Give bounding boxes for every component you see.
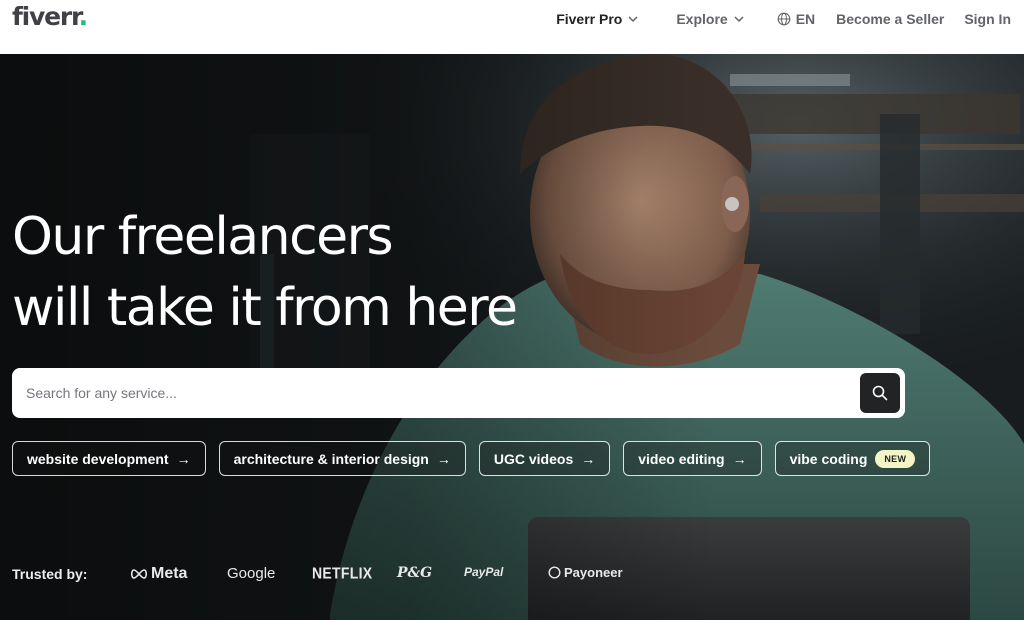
payoneer-logo: Payoneer [548,565,623,580]
nav-links: Fiverr Pro Explore EN Become a Seller Si… [556,0,1011,38]
nav-sign-in-label: Sign In [964,11,1011,27]
nav-explore-label: Explore [676,11,728,27]
nav-fiverr-pro[interactable]: Fiverr Pro [556,11,639,27]
search-bar [12,368,905,418]
meta-infinity-icon [130,569,148,579]
arrow-right-icon: → [176,450,191,467]
search-icon [872,385,888,401]
nav-sign-in[interactable]: Sign In [964,11,1011,27]
trusted-by-label: Trusted by: [12,566,88,582]
nav-become-seller-label: Become a Seller [836,11,945,27]
chip-website-development[interactable]: website development → [12,441,206,476]
chevron-down-icon [628,16,638,23]
chevron-down-icon [734,16,744,23]
headline-line-2: will take it from here [12,278,518,338]
chip-label: vibe coding [789,450,868,467]
netflix-logo: NETFLIX [312,563,373,583]
nav-explore[interactable]: Explore [676,11,744,27]
hero-section: Our freelancers will take it from here w… [0,54,1024,620]
chip-ugc-videos[interactable]: UGC videos → [478,441,611,476]
paypal-logo: PayPal [464,565,504,579]
popular-services: website development → architecture & int… [12,441,931,476]
new-badge: NEW [875,449,916,468]
chip-label: video editing [638,450,725,467]
pg-logo: P&G [397,565,433,581]
nav-fiverr-pro-label: Fiverr Pro [556,11,623,27]
globe-icon [777,12,791,26]
nav-language-label: EN [795,11,816,27]
chip-architecture-interior-design[interactable]: architecture & interior design → [218,441,466,476]
chip-label: UGC videos [493,450,574,467]
headline-line-1: Our freelancers [12,207,394,267]
hero-headline: Our freelancers will take it from here [12,202,632,344]
nav-become-seller[interactable]: Become a Seller [836,11,944,27]
trusted-by-row: Trusted by: Meta Google NETFLIX P&G PayP… [12,564,623,583]
arrow-right-icon: → [581,450,596,467]
search-input[interactable] [12,368,860,418]
chip-label: architecture & interior design [233,450,429,467]
payoneer-circle-icon [548,566,561,579]
chip-vibe-coding[interactable]: vibe coding NEW [774,441,931,476]
nav-language[interactable]: EN [777,11,815,27]
arrow-right-icon: → [732,450,747,467]
top-navigation: fiverr. Fiverr Pro Explore EN Become a S… [0,0,1024,54]
fiverr-logo[interactable]: fiverr. [12,2,88,31]
google-logo: Google [227,565,276,582]
arrow-right-icon: → [436,450,451,467]
chip-label: website development [27,450,169,467]
meta-logo: Meta [130,565,187,583]
search-button[interactable] [860,373,900,413]
chip-video-editing[interactable]: video editing → [623,441,762,476]
